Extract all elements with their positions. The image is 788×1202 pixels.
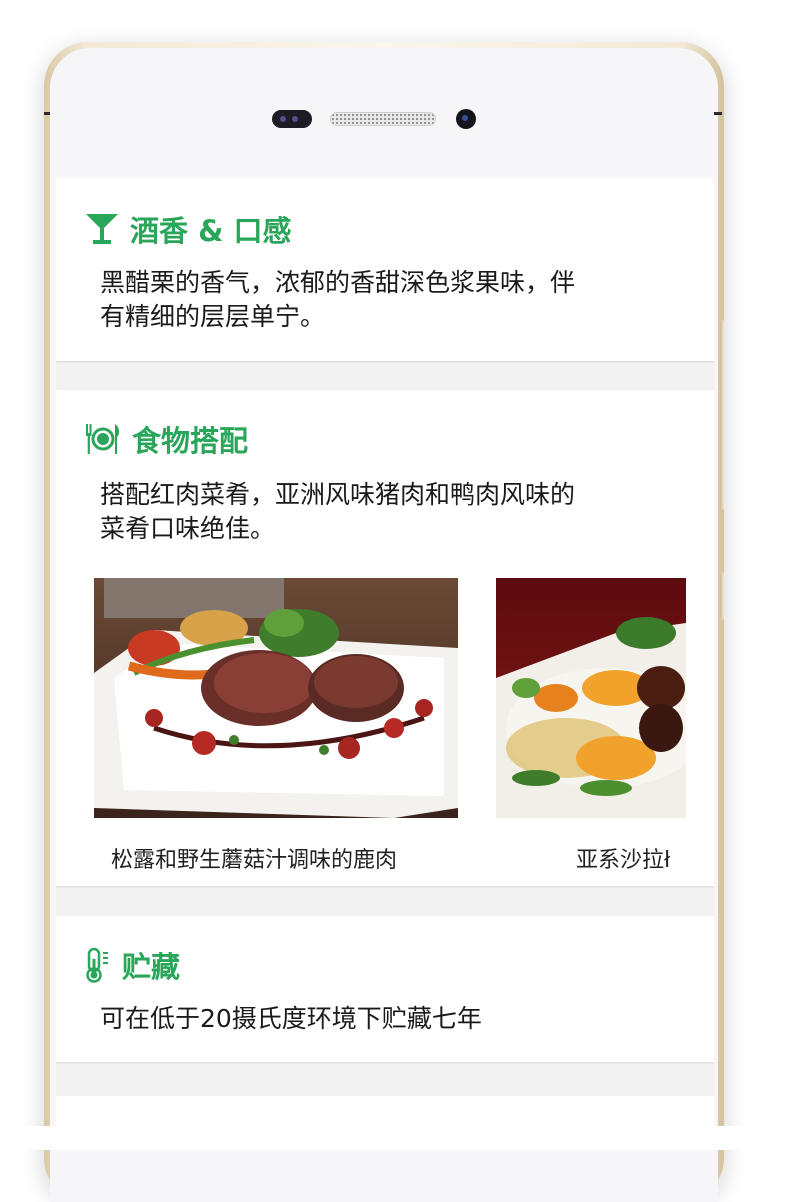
tasting-title: 酒香 & 口感 (84, 208, 291, 250)
storage-title-text: 贮藏 (122, 950, 181, 984)
venison-dish-photo (94, 578, 458, 818)
earpiece-speaker (330, 112, 436, 126)
pairing-title: 食物搭配 (84, 418, 248, 460)
dish-card-salad[interactable] (496, 578, 686, 818)
dish-card-venison[interactable] (94, 578, 458, 818)
cocktail-glass-icon (86, 214, 118, 244)
storage-card: 贮藏 可在低于20摄氏度环境下贮藏七年 (56, 916, 714, 1062)
plate-cutlery-icon (86, 424, 120, 454)
proximity-sensor (272, 110, 312, 128)
tasting-description: 黑醋栗的香气，浓郁的香甜深色浆果味，伴 有精细的层层单宁。 (100, 266, 690, 334)
frame-edge-left (44, 112, 50, 115)
tasting-title-text: 酒香 & 口感 (130, 214, 292, 248)
front-camera (456, 109, 476, 129)
frame-edge-right (714, 112, 722, 115)
power-button (720, 572, 724, 620)
storage-title: 贮藏 (84, 944, 180, 986)
page-bottom (0, 1126, 788, 1150)
pairing-title-text: 食物搭配 (132, 424, 249, 458)
dish-caption-salad: 亚系沙拉ł (576, 848, 671, 873)
volume-button (720, 320, 724, 510)
storage-description: 可在低于20摄氏度环境下贮藏七年 (100, 1004, 482, 1033)
dish-caption-venison: 松露和野生蘑菇汁调味的鹿肉 (111, 848, 398, 873)
app-screen[interactable]: 酒香 & 口感 黑醋栗的香气，浓郁的香甜深色浆果味，伴 有精细的层层单宁。 食物… (56, 178, 714, 1126)
thermometer-icon (86, 947, 108, 983)
pairing-line-2: 菜肴口味绝佳。 (100, 514, 276, 543)
pairing-card: 食物搭配 搭配红肉菜肴，亚洲风味猪肉和鸭肉风味的 菜肴口味绝佳。 松露和野生蘑菇… (56, 390, 714, 886)
tasting-line-2: 有精细的层层单宁。 (100, 302, 326, 331)
tasting-line-1: 黑醋栗的香气，浓郁的香甜深色浆果味，伴 (100, 268, 576, 297)
tasting-card: 酒香 & 口感 黑醋栗的香气，浓郁的香甜深色浆果味，伴 有精细的层层单宁。 (56, 178, 714, 361)
salad-dish-photo (496, 578, 686, 818)
next-card (56, 1096, 714, 1126)
pairing-description: 搭配红肉菜肴，亚洲风味猪肉和鸭肉风味的 菜肴口味绝佳。 (100, 478, 690, 546)
pairing-line-1: 搭配红肉菜肴，亚洲风味猪肉和鸭肉风味的 (100, 480, 576, 509)
